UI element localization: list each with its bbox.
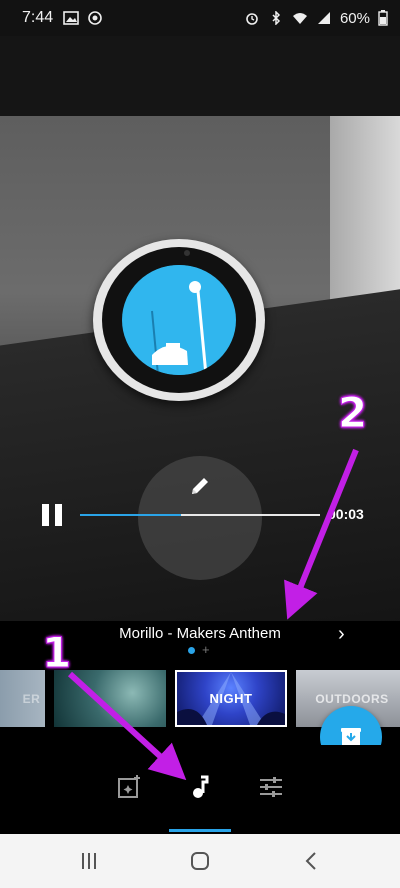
music-note-icon[interactable] [186,773,214,801]
pencil-icon [192,478,208,494]
filter-label: ER [22,691,41,706]
camera-icon [88,11,102,25]
active-tab-indicator [169,829,231,832]
image-icon [63,11,79,25]
add-song-icon[interactable]: + [202,642,210,657]
top-spacer [0,36,400,116]
filter-label: OUTDOORS [315,691,389,706]
seek-bar-progress [80,514,181,516]
filter-clear[interactable]: ER [0,670,45,727]
annotation-number-2: 2 [337,388,368,438]
battery-percent: 60% [339,9,370,27]
page-indicator-dot [188,647,195,654]
filter-wave[interactable] [54,670,166,727]
filter-label: NIGHT [209,691,253,706]
device-camera [184,250,190,256]
adjust-icon[interactable] [257,773,285,801]
add-photo-icon[interactable] [115,773,143,801]
chevron-right-icon[interactable]: › [338,623,345,646]
pause-icon [42,504,49,526]
status-time: 7:44 [22,9,54,26]
recent-apps-icon[interactable] [77,850,101,872]
annotation-number-1: 1 [41,628,72,678]
status-bar: 7:44 60% [0,0,400,36]
home-icon[interactable] [188,850,212,872]
battery-icon [378,10,388,26]
pause-button[interactable] [42,504,66,526]
playback-time: 00:03 [328,506,364,522]
alarm-icon [246,13,258,25]
seek-bar[interactable] [80,514,320,516]
audio-player: 00:03 [0,500,400,530]
bluetooth-icon [272,11,281,25]
wifi-icon [292,13,307,24]
editor-toolbar [0,745,400,833]
device-screen [122,265,236,375]
back-icon[interactable] [300,850,324,872]
filter-night[interactable]: NIGHT [175,670,287,727]
system-navigation-bar [0,834,400,888]
echo-spot-device [93,239,265,401]
microphone-illustration [124,265,234,375]
photo-preview[interactable]: 00:03 [0,116,400,621]
signal-icon [317,12,330,24]
